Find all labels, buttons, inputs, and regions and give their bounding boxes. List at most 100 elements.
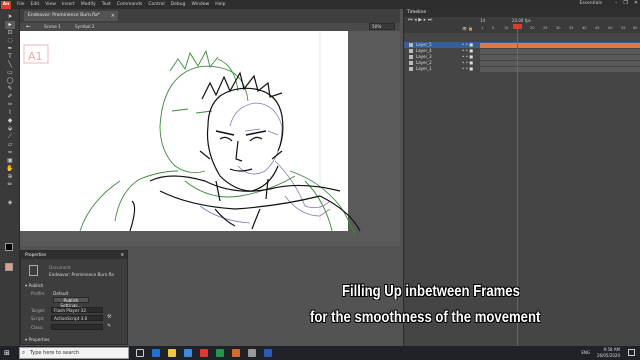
menu-modify[interactable]: Modify — [78, 2, 99, 7]
language-indicator[interactable]: ENG — [581, 350, 590, 355]
edge-browser-icon[interactable] — [152, 349, 160, 357]
ink-bottle-icon[interactable]: ⬙ — [5, 125, 15, 133]
system-tray: 9:58 AM 26/05/2020 — [597, 347, 620, 358]
frame-rate[interactable]: 24.00 fps — [512, 18, 531, 23]
profile-value: Default — [53, 291, 69, 296]
free-transform-icon[interactable]: ⊡ — [5, 29, 15, 37]
windows-start-icon[interactable]: ⊞ — [4, 349, 12, 357]
hand-tool-icon[interactable]: ✋ — [5, 165, 15, 173]
ruler-tick: 30 — [556, 26, 561, 30]
back-arrow-icon[interactable]: ← — [26, 23, 31, 30]
document-icon — [29, 265, 38, 276]
document-type: Document — [49, 265, 71, 270]
playback-controls-icon[interactable]: ⏮ ◂ ▶ ▸ ⏭ — [408, 17, 432, 23]
stage-area[interactable]: A1 — [20, 31, 400, 246]
bone-tool-icon[interactable]: ⌇ — [5, 109, 15, 117]
menu-insert[interactable]: Insert — [59, 2, 78, 7]
menu-edit[interactable]: Edit — [28, 2, 43, 7]
minimize-button[interactable]: – — [615, 0, 618, 6]
oval-tool-icon[interactable]: ◯ — [5, 77, 15, 85]
menu-control[interactable]: Control — [145, 2, 167, 7]
menu-bar: An File Edit View Insert Modify Text Com… — [0, 0, 640, 9]
publish-settings-button[interactable]: Publish Settings... — [53, 297, 89, 308]
selection-tool-icon[interactable]: ➤ — [5, 13, 15, 21]
media-app-icon[interactable] — [232, 349, 240, 357]
paint-brush-icon[interactable]: ✑ — [5, 101, 15, 109]
target-label: Target: — [31, 308, 46, 313]
paint-bucket-icon[interactable]: ◆ — [5, 117, 15, 125]
publish-section-header[interactable]: ▾ Publish — [25, 283, 43, 288]
menu-help[interactable]: Help — [212, 2, 228, 7]
layer-toggles[interactable]: • • ■ — [462, 66, 473, 72]
windows-taskbar: ⊞ ⌕ Type here to search 9:58 AM 26/05/20… — [0, 346, 640, 360]
menu-text[interactable]: Text — [99, 2, 114, 7]
wrench-icon[interactable]: ⚒ — [107, 314, 111, 320]
window-controls: – ❐ ✕ — [615, 0, 638, 6]
properties-title: Properties — [25, 252, 47, 257]
close-button[interactable]: ✕ — [634, 0, 638, 6]
ink-drawing-layer — [129, 71, 361, 232]
store-icon[interactable] — [184, 349, 192, 357]
lasso-icon[interactable]: ◌ — [5, 37, 15, 45]
scene-breadcrumb[interactable]: Scene 1 — [44, 24, 61, 29]
ruler-tick: 1 — [481, 26, 484, 30]
layer-frames[interactable] — [480, 67, 640, 72]
menu-window[interactable]: Window — [188, 2, 212, 7]
clock-date[interactable]: 26/05/2020 — [597, 353, 620, 359]
ruler-tick: 25 — [543, 26, 548, 30]
zoom-tool-icon[interactable]: ⊕ — [5, 173, 15, 181]
stroke-color-icon[interactable]: ✏ — [5, 181, 15, 189]
zoom-select[interactable]: 50% — [369, 23, 395, 30]
maximize-button[interactable]: ❐ — [623, 0, 627, 6]
script-select[interactable]: ActionScript 3.0 — [51, 315, 103, 321]
pencil-tool-icon[interactable]: ✎ — [5, 85, 15, 93]
target-select[interactable]: Flash Player 32 — [51, 307, 103, 313]
properties-header: Properties ≡ — [21, 251, 127, 259]
fill-color-icon[interactable]: ◈ — [5, 199, 15, 207]
brush-tool-icon[interactable]: ✐ — [5, 93, 15, 101]
animate-app-icon[interactable] — [200, 349, 208, 357]
menu-debug[interactable]: Debug — [168, 2, 189, 7]
panel-menu-icon[interactable]: ≡ — [120, 251, 124, 259]
document-tab-title: Endeavor: Prominence Burn.fla* — [28, 13, 100, 18]
chrome-icon[interactable] — [216, 349, 224, 357]
pen-tool-icon[interactable]: ✒ — [5, 45, 15, 53]
notification-icon[interactable] — [628, 349, 635, 356]
rectangle-tool-icon[interactable]: ▭ — [5, 69, 15, 77]
menu-commands[interactable]: Commands — [114, 2, 145, 7]
app-icon[interactable] — [248, 349, 256, 357]
stroke-color-swatch[interactable] — [5, 243, 13, 251]
menu-view[interactable]: View — [42, 2, 59, 7]
width-tool-icon[interactable]: ≈ — [5, 149, 15, 157]
current-frame[interactable]: 14 — [480, 18, 485, 23]
subselection-tool-icon[interactable]: ▸ — [5, 21, 15, 29]
animate-window: An File Edit View Insert Modify Text Com… — [0, 0, 640, 360]
fill-color-swatch[interactable] — [5, 263, 13, 271]
eyedropper-icon[interactable]: ⟋ — [5, 133, 15, 141]
symbol-breadcrumb[interactable]: Symbol 2 — [75, 24, 95, 29]
edit-class-icon[interactable]: ✎ — [107, 323, 111, 329]
green-sketch-layer — [79, 49, 356, 237]
menu-file[interactable]: File — [14, 2, 28, 7]
layer-icon — [409, 55, 413, 59]
stage-canvas[interactable]: A1 — [20, 31, 361, 237]
frame-ruler[interactable]: 1 5 10 15 20 25 30 35 40 45 50 55 60 — [480, 25, 640, 33]
taskbar-search-box[interactable]: ⌕ Type here to search — [19, 347, 129, 359]
file-explorer-icon[interactable] — [168, 349, 176, 357]
eraser-icon[interactable]: ▱ — [5, 141, 15, 149]
edit-bar: ← Scene 1 Symbol 2 50% — [20, 23, 400, 31]
task-view-icon[interactable] — [136, 349, 144, 357]
class-field[interactable] — [51, 324, 103, 330]
line-tool-icon[interactable]: ╲ — [5, 61, 15, 69]
ruler-tick: 55 — [621, 26, 626, 30]
word-icon[interactable] — [264, 349, 272, 357]
camera-tool-icon[interactable]: ▣ — [5, 157, 15, 165]
properties-section-header[interactable]: ▾ Properties — [25, 337, 50, 342]
layer-icon — [409, 49, 413, 53]
workspace-switcher[interactable]: Essentials — [579, 1, 602, 6]
caption-line-1: Filling Up inbetween Frames — [342, 283, 520, 300]
document-tab[interactable]: Endeavor: Prominence Burn.fla* × — [24, 11, 118, 21]
close-tab-icon[interactable]: × — [111, 11, 115, 21]
layer-row-layer-1[interactable]: Layer_1 • • ■ — [404, 66, 640, 72]
text-tool-icon[interactable]: T — [5, 53, 15, 61]
